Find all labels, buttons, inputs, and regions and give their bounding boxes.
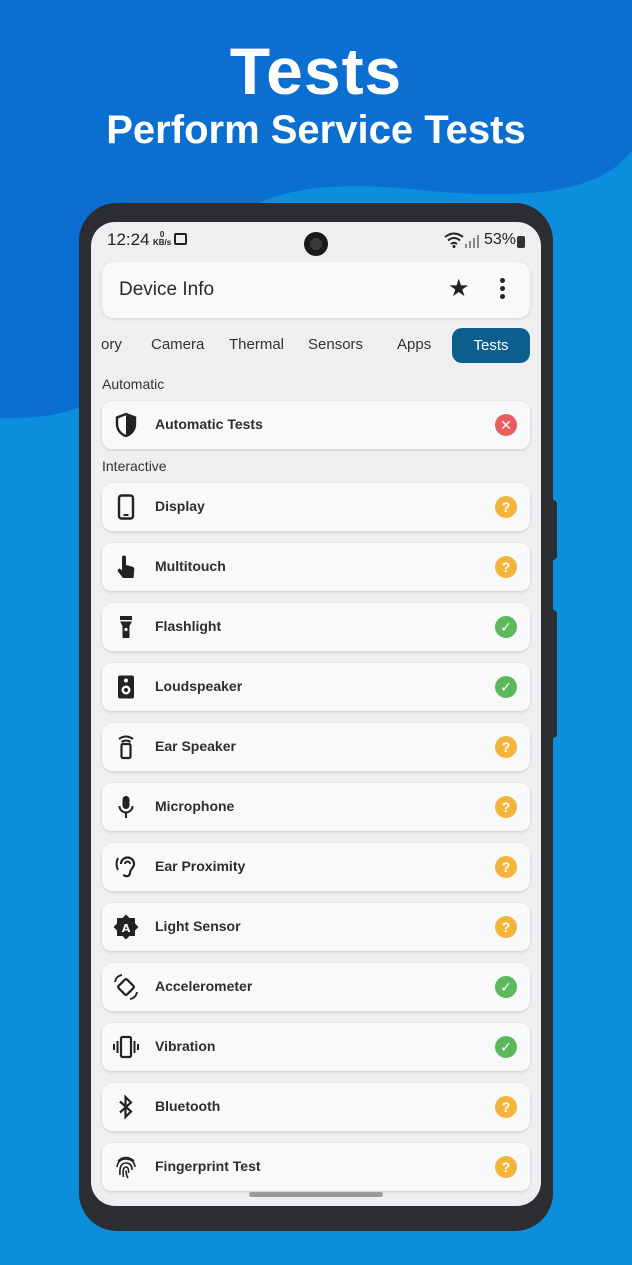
light-sensor-icon: A [113,914,139,940]
test-item-bluetooth[interactable]: Bluetooth ? [102,1083,530,1131]
test-item-microphone[interactable]: Microphone ? [102,783,530,831]
tab-apps[interactable]: Apps [397,336,431,353]
status-pass-icon: ✓ [495,616,517,638]
microphone-icon [118,796,134,818]
test-item-ear-proximity[interactable]: Ear Proximity ? [102,843,530,891]
speaker-icon [118,675,134,699]
more-vert-icon[interactable] [500,278,506,302]
test-label: Accelerometer [155,978,253,994]
test-label: Multitouch [155,558,226,574]
tab-camera[interactable]: Camera [151,336,204,353]
net-speed: 0 KB/s [153,231,171,247]
section-interactive-title: Interactive [102,458,167,474]
hero-subtitle: Perform Service Tests [106,108,526,152]
app-title: Device Info [119,279,215,300]
status-unknown-icon: ? [495,1156,517,1178]
status-unknown-icon: ? [495,736,517,758]
ear-speaker-icon [118,735,134,760]
test-label: Automatic Tests [155,416,263,432]
touch-icon [117,555,135,578]
status-unknown-icon: ? [495,556,517,578]
status-bar: 12:24 0 KB/s 53% [91,222,541,260]
image-notification-icon [174,233,187,245]
star-icon[interactable]: ★ [448,276,470,302]
status-pass-icon: ✓ [495,976,517,998]
test-label: Display [155,498,205,514]
test-label: Fingerprint Test [155,1158,261,1174]
test-item-loudspeaker[interactable]: Loudspeaker ✓ [102,663,530,711]
test-item-vibration[interactable]: Vibration ✓ [102,1023,530,1071]
battery-level: 53% [484,231,517,248]
vibration-icon [113,1035,139,1059]
test-item-display[interactable]: Display ? [102,483,530,531]
section-automatic-title: Automatic [102,376,165,392]
tab-tests[interactable]: Tests [452,328,530,363]
test-item-fingerprint[interactable]: Fingerprint Test ? [102,1143,530,1191]
status-fail-icon: ✕ [495,414,517,436]
test-label: Bluetooth [155,1098,221,1114]
signal-icon [465,235,479,248]
wifi-icon [444,232,464,248]
test-label: Vibration [155,1038,216,1054]
test-label: Microphone [155,798,235,814]
status-pass-icon: ✓ [495,1036,517,1058]
power-button [552,610,557,738]
status-time: 12:24 [107,230,150,249]
fingerprint-icon [116,1156,136,1179]
test-item-flashlight[interactable]: Flashlight ✓ [102,603,530,651]
test-item-automatic-tests[interactable]: Automatic Tests ✕ [102,401,530,449]
test-item-multitouch[interactable]: Multitouch ? [102,543,530,591]
test-label: Ear Proximity [155,858,246,874]
flashlight-icon [120,616,132,638]
bluetooth-icon [119,1094,133,1120]
home-indicator[interactable] [249,1192,383,1197]
tab-thermal[interactable]: Thermal [229,336,284,353]
ear-icon [115,856,136,878]
test-label: Ear Speaker [155,738,236,754]
shield-icon [115,412,137,438]
test-label: Light Sensor [155,918,241,934]
status-unknown-icon: ? [495,856,517,878]
front-camera [304,232,328,256]
hero-title: Tests [229,34,403,108]
tab-memory[interactable]: ory [101,336,122,353]
tab-sensors[interactable]: Sensors [308,336,363,353]
status-unknown-icon: ? [495,1096,517,1118]
phone-icon [117,494,135,520]
svg-text:A: A [122,922,131,935]
status-pass-icon: ✓ [495,676,517,698]
phone-screen: 12:24 0 KB/s 53% Device Info ★ ory Camera… [91,222,541,1206]
test-item-accelerometer[interactable]: Accelerometer ✓ [102,963,530,1011]
app-bar: Device Info ★ [102,262,530,318]
test-label: Loudspeaker [155,678,243,694]
status-unknown-icon: ? [495,496,517,518]
net-speed-unit: KB/s [153,238,172,247]
volume-button [552,500,557,560]
rotate-icon [114,974,138,1000]
test-item-ear-speaker[interactable]: Ear Speaker ? [102,723,530,771]
test-item-light-sensor[interactable]: A Light Sensor ? [102,903,530,951]
status-unknown-icon: ? [495,796,517,818]
test-label: Flashlight [155,618,222,634]
battery-icon [517,236,525,248]
status-unknown-icon: ? [495,916,517,938]
